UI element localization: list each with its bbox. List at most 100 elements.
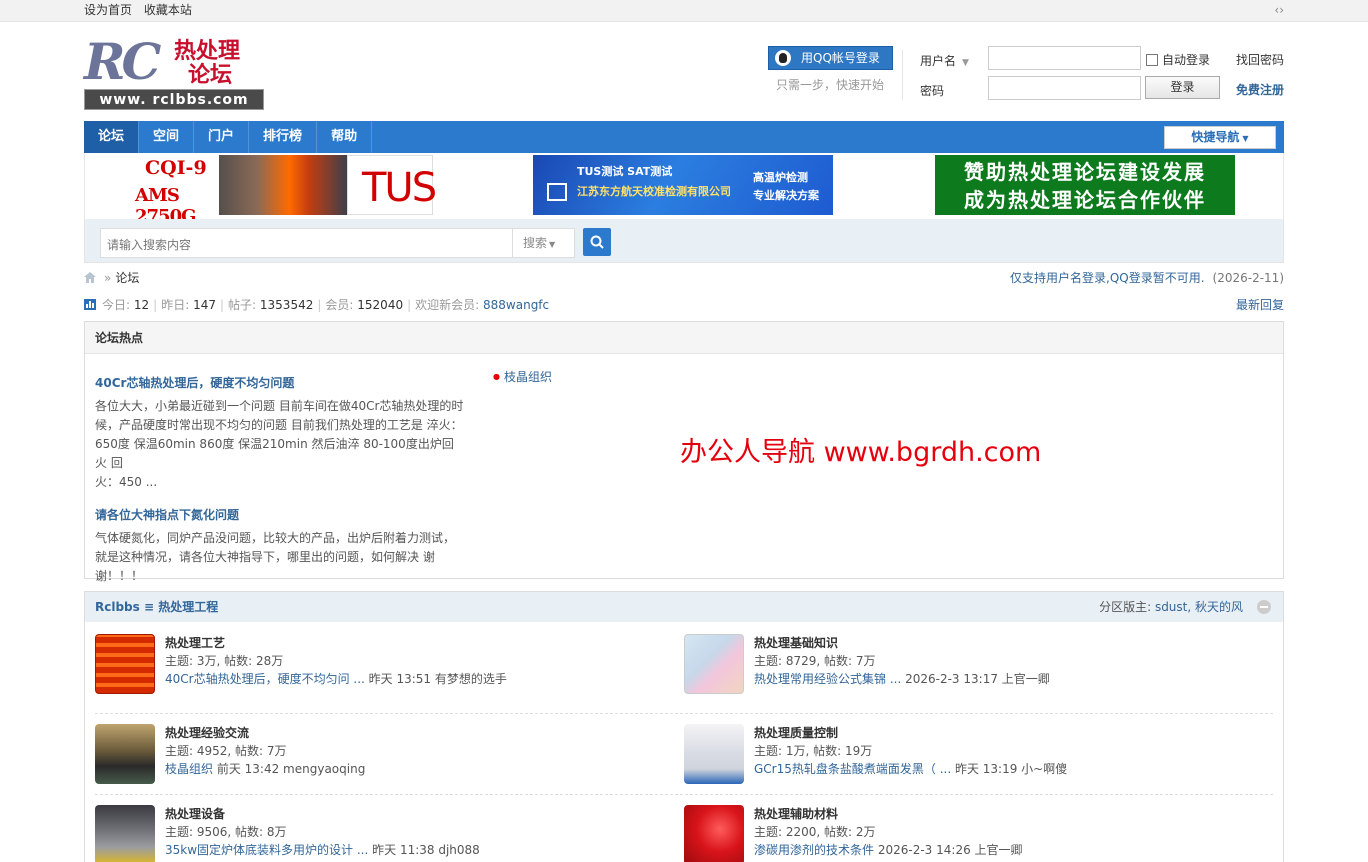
moderators-label: 分区版主: (1099, 600, 1152, 614)
forum-item[interactable]: 热处理设备 主题: 9506, 帖数: 8万 35kw固定炉体底装料多用炉的设计… (95, 803, 675, 862)
ad-cqi9-banner[interactable]: CQI-9 AMS 2750G TUS (133, 155, 437, 227)
stats-chart-icon (84, 299, 96, 310)
forum-group-moderators: 分区版主: sdust, 秋天的风 (1099, 592, 1243, 622)
username-input[interactable] (988, 46, 1141, 70)
forum-thumbnail[interactable] (95, 634, 155, 694)
logo-cn-line1: 热处理 (174, 38, 241, 64)
newest-member-link[interactable]: 888wangfc (483, 298, 549, 312)
nav-item-portal[interactable]: 门户 (194, 121, 250, 153)
bookmark-site-link[interactable]: 收藏本站 (144, 3, 192, 17)
forum-item[interactable]: 热处理工艺 主题: 3万, 帖数: 28万 40Cr芯轴热处理后，硬度不均匀问 … (95, 632, 675, 712)
auto-login-checkbox[interactable] (1146, 54, 1158, 66)
username-label-text: 用户名 (920, 54, 957, 68)
home-icon[interactable] (84, 272, 96, 283)
forum-last-post-link[interactable]: 40Cr芯轴热处理后，硬度不均匀问 ... (165, 672, 365, 686)
qq-login-button[interactable]: 用QQ帐号登录 (768, 46, 893, 70)
nav-item-help[interactable]: 帮助 (317, 121, 373, 153)
forum-last-post: 35kw固定炉体底装料多用炉的设计 ... 昨天 11:38 djh088 (165, 841, 480, 859)
forum-group-title[interactable]: Rclbbs ≡ 热处理工程 (95, 600, 218, 614)
find-password-link[interactable]: 找回密码 (1236, 51, 1284, 68)
forum-name[interactable]: 热处理质量控制 (754, 724, 1067, 742)
forum-item[interactable]: 热处理质量控制 主题: 1万, 帖数: 19万 GCr15热轧盘条盐酸煮端面发黑… (684, 722, 1264, 802)
forum-last-post-meta: 前天 13:42 mengyaoqing (216, 762, 366, 776)
forum-thumbnail[interactable] (684, 634, 744, 694)
forum-name[interactable]: 热处理基础知识 (754, 634, 1050, 652)
search-icon (590, 235, 604, 249)
forum-meta: 主题: 2200, 帖数: 2万 (754, 825, 876, 839)
auto-login[interactable]: 自动登录 (1146, 51, 1210, 68)
hot-topic-summary-line: 气体硬氮化，同炉产品没问题，比较大的产品，出炉后附着力测试， (95, 531, 456, 545)
username-label[interactable]: 用户名 ▼ (920, 52, 980, 69)
nav-item-space[interactable]: 空间 (139, 121, 195, 153)
qq-login-label: 用QQ帐号登录 (801, 51, 880, 65)
logo-cn-line2: 论坛 (188, 62, 233, 88)
forum-name[interactable]: 热处理辅助材料 (754, 805, 1023, 823)
bullet-icon: ● (493, 372, 500, 381)
forum-last-post-link[interactable]: 渗碳用渗剂的技术条件 (754, 843, 874, 857)
hot-side-link[interactable]: 枝晶组织 (504, 370, 552, 384)
forum-last-post: GCr15热轧盘条盐酸煮端面发黑（ ... 昨天 13:19 小~啊傻 (754, 760, 1067, 778)
forum-name[interactable]: 热处理经验交流 (165, 724, 365, 742)
forum-thumbnail[interactable] (95, 805, 155, 862)
forum-thumbnail[interactable] (684, 805, 744, 862)
forum-last-post: 40Cr芯轴热处理后，硬度不均匀问 ... 昨天 13:51 有梦想的选手 (165, 670, 507, 688)
forum-info: 热处理基础知识 主题: 8729, 帖数: 7万 热处理常用经验公式集锦 ...… (754, 634, 1050, 688)
breadcrumb-current[interactable]: 论坛 (115, 271, 139, 285)
latest-reply-link[interactable]: 最新回复 (1236, 293, 1284, 317)
hot-topic: 请各位大神指点下氮化问题 气体硬氮化，同炉产品没问题，比较大的产品，出炉后附着力… (95, 506, 465, 586)
forum-thumbnail[interactable] (95, 724, 155, 784)
search-input[interactable]: 请输入搜索内容 搜索 ▼ (100, 228, 575, 258)
forum-last-post-link[interactable]: 枝晶组织 (165, 762, 213, 776)
register-link[interactable]: 免费注册 (1236, 81, 1284, 98)
ad-sponsor-banner[interactable]: 赞助热处理论坛建设发展 成为热处理论坛合作伙伴 (935, 155, 1235, 215)
ad-tus-sat-line1: TUS测试 SAT测试 (577, 165, 673, 178)
forum-last-post-link[interactable]: 35kw固定炉体底装料多用炉的设计 ... (165, 843, 368, 857)
ad-tus-sat-banner[interactable]: TUS测试 SAT测试 江苏东方航天校准检测有限公司 高温炉检测 专业解决方案 (533, 155, 833, 215)
forum-item[interactable]: 热处理经验交流 主题: 4952, 帖数: 7万 枝晶组织 前天 13:42 m… (95, 722, 675, 802)
quick-nav-button[interactable]: 快捷导航 ▼ (1164, 126, 1276, 149)
hot-topic-title[interactable]: 40Cr芯轴热处理后，硬度不均匀问题 (95, 374, 465, 391)
forum-group-header: Rclbbs ≡ 热处理工程 分区版主: sdust, 秋天的风 (85, 592, 1283, 622)
forum-item[interactable]: 热处理辅助材料 主题: 2200, 帖数: 2万 渗碳用渗剂的技术条件 2026… (684, 803, 1264, 862)
qq-login: 用QQ帐号登录 只需一步，快速开始 (768, 46, 893, 93)
forum-thumbnail[interactable] (684, 724, 744, 784)
site-notice[interactable]: 仅支持用户名登录,QQ登录暂不可用. (2026-2-11) (1010, 263, 1284, 293)
width-toggle-icon[interactable]: ‹› (1274, 0, 1284, 20)
stats-yesterday: 147 (193, 298, 216, 312)
forum-meta: 主题: 8729, 帖数: 7万 (754, 654, 876, 668)
collapse-icon[interactable] (1257, 600, 1271, 614)
ad-cqi9-text: CQI-9 AMS 2750G (133, 155, 219, 227)
forum-row: 热处理经验交流 主题: 4952, 帖数: 7万 枝晶组织 前天 13:42 m… (95, 713, 1273, 794)
nav-item-forum[interactable]: 论坛 (84, 121, 140, 153)
password-input[interactable] (988, 76, 1141, 100)
forum-last-post-link[interactable]: 热处理常用经验公式集锦 ... (754, 672, 901, 686)
breadcrumb: » 论坛 仅支持用户名登录,QQ登录暂不可用. (2026-2-11) (84, 263, 1284, 293)
auto-login-label: 自动登录 (1162, 53, 1211, 67)
forum-meta: 主题: 4952, 帖数: 7万 (165, 744, 287, 758)
chevron-down-icon: ▼ (549, 240, 556, 249)
site-logo[interactable]: RC 热处理 论坛 www. rclbbs.com (84, 36, 264, 110)
moderators-names[interactable]: sdust, 秋天的风 (1155, 600, 1243, 614)
forum-meta: 主题: 3万, 帖数: 28万 (165, 654, 284, 668)
forum-last-post-meta: 昨天 13:51 有梦想的选手 (368, 672, 507, 686)
forum-group: Rclbbs ≡ 热处理工程 分区版主: sdust, 秋天的风 热处理工艺 主… (84, 591, 1284, 862)
top-bar: 设为首页 收藏本站 ‹› (0, 0, 1368, 22)
set-homepage-link[interactable]: 设为首页 (84, 3, 132, 17)
search-type-select[interactable]: 搜索 ▼ (512, 229, 574, 257)
forum-name[interactable]: 热处理设备 (165, 805, 480, 823)
forum-info: 热处理设备 主题: 9506, 帖数: 8万 35kw固定炉体底装料多用炉的设计… (165, 805, 480, 859)
forum-name[interactable]: 热处理工艺 (165, 634, 507, 652)
stats-posts-label: 帖子: (228, 298, 257, 312)
hot-topic-title[interactable]: 请各位大神指点下氮化问题 (95, 506, 465, 523)
search-button[interactable] (583, 228, 611, 256)
nav-item-ranking[interactable]: 排行榜 (249, 121, 318, 153)
ad-banner-row: CQI-9 AMS 2750G TUS TUS测试 SAT测试 江苏东方航天校准… (84, 153, 1284, 227)
login-button[interactable]: 登录 (1145, 76, 1220, 99)
hot-topic-summary: 气体硬氮化，同炉产品没问题，比较大的产品，出炉后附着力测试， 就是这种情况，请各… (95, 529, 465, 586)
hot-topics-title: 论坛热点 (85, 322, 1283, 354)
forum-item[interactable]: 热处理基础知识 主题: 8729, 帖数: 7万 热处理常用经验公式集锦 ...… (684, 632, 1264, 712)
stats-posts: 1353542 (259, 298, 314, 312)
forum-last-post-meta: 昨天 11:38 djh088 (372, 843, 480, 857)
logo-rc: RC (84, 32, 161, 91)
forum-last-post-link[interactable]: GCr15热轧盘条盐酸煮端面发黑（ ... (754, 762, 951, 776)
